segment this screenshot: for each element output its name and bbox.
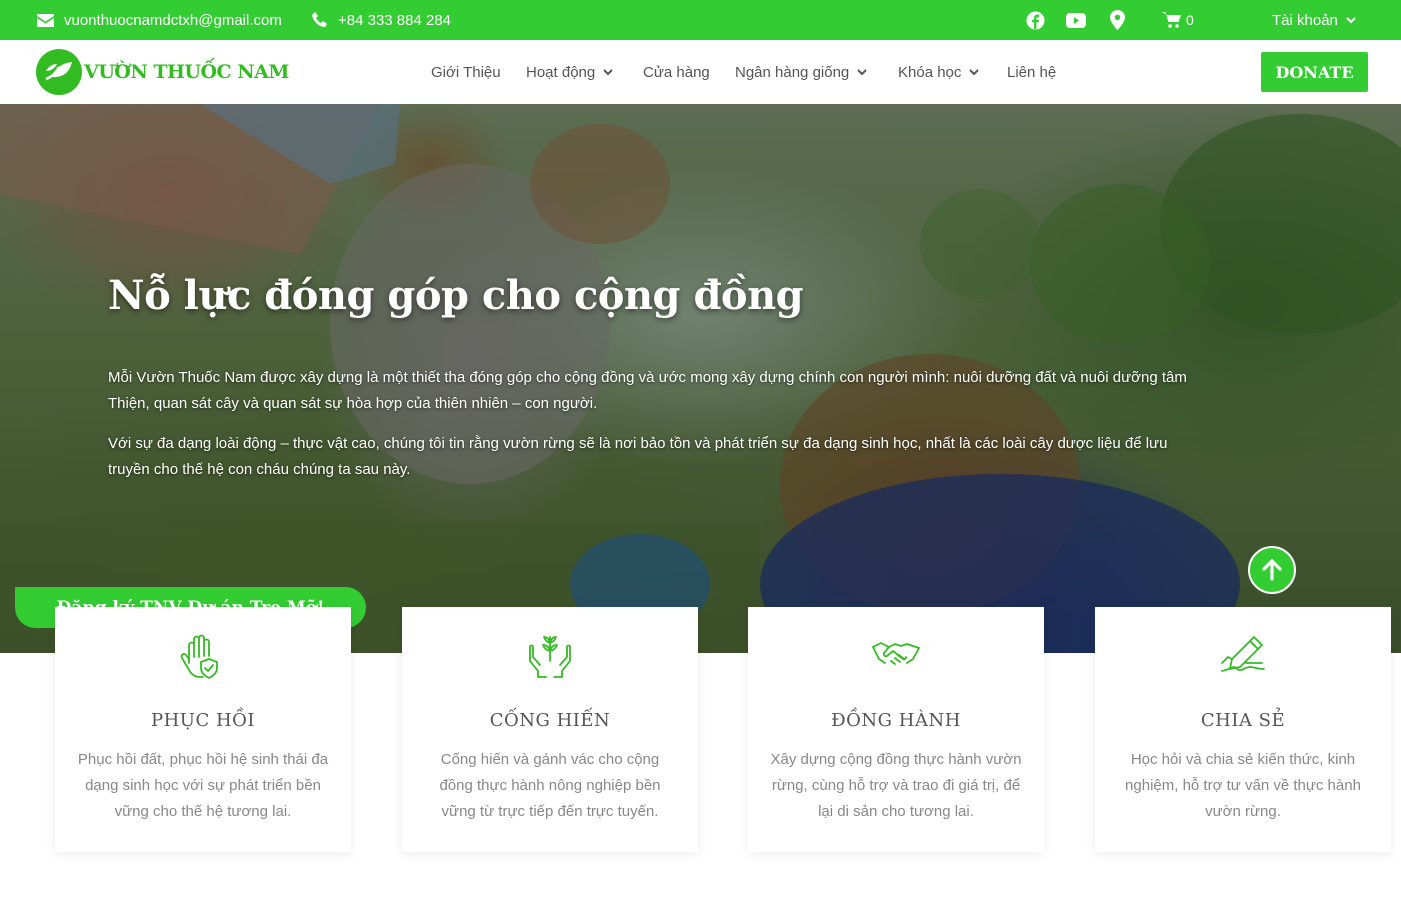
hands-plant-icon [402,633,698,683]
location-link[interactable] [1110,0,1125,40]
account-menu[interactable]: Tài khoản [1272,0,1356,40]
card-title: CHIA SẺ [1200,710,1286,731]
scroll-to-top-button[interactable] [1248,546,1296,594]
card-description: Phục hồi đất, phục hồi hệ sinh thái đa d… [77,751,329,820]
card-title: PHỤC HỒI [150,710,256,731]
card-description: Xây dựng cộng đồng thực hành vườn rừng, … [770,751,1022,820]
chevron-down-icon [1346,16,1356,23]
nav-label: Khóa học [898,63,962,81]
logo-leaf-icon [36,49,82,95]
nav-label: Ngân hàng giống [735,63,850,81]
top-bar: vuonthuocnamdctxh@gmail.com +84 333 884 … [0,0,1401,40]
nav-item-cua-hang[interactable]: Cửa hàng [643,40,710,104]
location-icon [1110,10,1125,30]
hero-paragraph-2: Với sự đa dạng loài động – thực vật cao,… [108,435,1168,478]
nav-item-hoat-dong[interactable]: Hoạt động [526,40,613,104]
nav-label: Cửa hàng [643,63,710,81]
phone-text: +84 333 884 284 [338,11,452,29]
cart-count: 0 [1186,12,1194,28]
card-phuc-hoi: PHỤC HỒI Phục hồi đất, phục hồi hệ sinh … [55,607,351,852]
card-description: Học hỏi và chia sẻ kiến thức, kinh nghiệ… [1125,751,1361,820]
phone-icon [312,12,327,27]
youtube-link[interactable] [1066,0,1086,40]
nav-item-ngan-hang-giong[interactable]: Ngân hàng giống [735,40,867,104]
nav-item-lien-he[interactable]: Liên hệ [1007,40,1056,104]
youtube-icon [1066,12,1086,28]
donate-button[interactable]: DONATE [1261,52,1368,92]
card-title: ĐỒNG HÀNH [831,710,961,731]
email-text: vuonthuocnamdctxh@gmail.com [64,11,282,29]
site-header: VƯỜN THUỐC NAM Giới Thiệu Hoạt động Cửa … [0,40,1401,104]
hand-writing-icon [1095,633,1391,683]
facebook-link[interactable] [1026,0,1045,40]
hero-banner: Nỗ lực đóng góp cho cộng đồng Mỗi Vườn T… [0,104,1401,653]
cart-link[interactable]: 0 [1162,0,1194,40]
hero-paragraph-1: Mỗi Vườn Thuốc Nam được xây dựng là một … [108,369,1187,412]
card-dong-hanh: ĐỒNG HÀNH Xây dựng cộng đồng thực hành v… [748,607,1044,852]
card-description: Cống hiến và gánh vác cho cộng đồng thực… [439,751,661,820]
account-label: Tài khoản [1272,11,1338,29]
hero-title: Nỗ lực đóng góp cho cộng đồng [108,272,804,319]
email-link[interactable]: vuonthuocnamdctxh@gmail.com [36,0,282,40]
envelope-icon [37,13,54,27]
phone-link[interactable]: +84 333 884 284 [311,0,451,40]
hand-shield-icon [55,633,351,683]
nav-item-khoa-hoc[interactable]: Khóa học [898,40,980,104]
chevron-down-icon [603,68,613,75]
chevron-down-icon [969,68,980,75]
cart-icon [1162,12,1181,28]
card-cong-hien: CỐNG HIẾN Cống hiến và gánh vác cho cộng… [402,607,698,852]
card-title: CỐNG HIẾN [489,710,611,731]
logo-text: VƯỜN THUỐC NAM [84,61,289,83]
chevron-down-icon [857,68,867,75]
site-logo[interactable]: VƯỜN THUỐC NAM [36,49,289,95]
nav-label: Liên hệ [1007,63,1057,81]
handshake-icon [748,633,1044,683]
card-chia-se: CHIA SẺ Học hỏi và chia sẻ kiến thức, ki… [1095,607,1391,852]
nav-item-gioi-thieu[interactable]: Giới Thiệu [431,40,501,104]
nav-label: Giới Thiệu [431,63,501,81]
nav-label: Hoạt động [526,63,596,81]
arrow-up-icon [1262,559,1282,581]
facebook-icon [1026,10,1045,30]
